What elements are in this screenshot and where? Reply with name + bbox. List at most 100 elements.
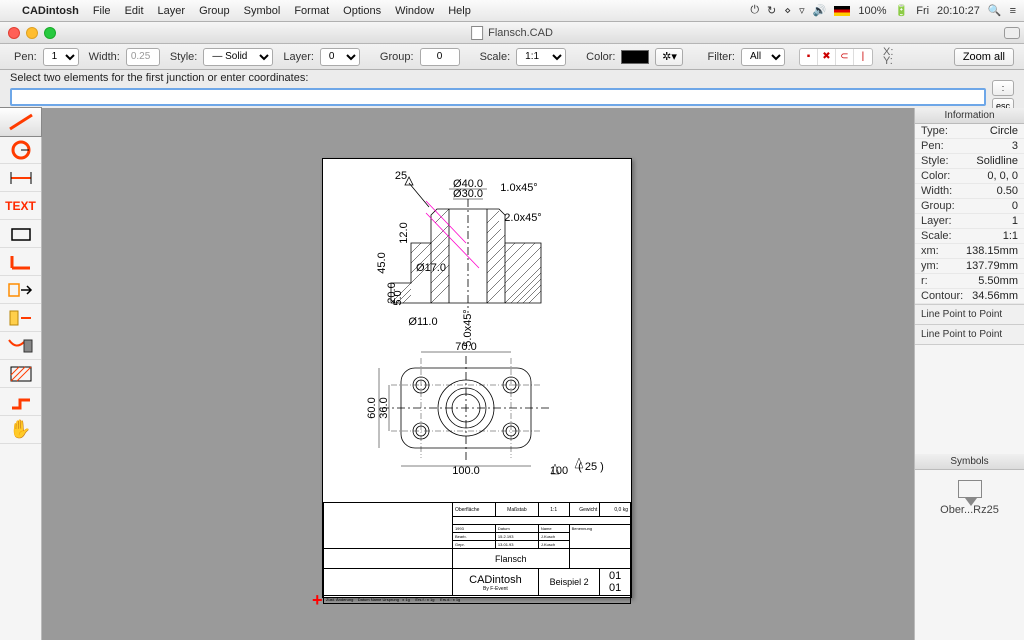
spotlight-icon[interactable]: 🔍 bbox=[988, 4, 1002, 17]
symbols-panel: Symbols Ober...Rz25 bbox=[915, 454, 1024, 640]
command-prompt: Select two elements for the first juncti… bbox=[0, 70, 1024, 86]
svg-text:( 25 ): ( 25 ) bbox=[578, 461, 604, 473]
menu-edit[interactable]: Edit bbox=[125, 5, 144, 17]
style-label: Style: bbox=[170, 51, 198, 63]
menubar-status: ⏻ ↻ ⋄ ▿ 🔊 100% 🔋 Fri 20:10:27 🔍 ≡ bbox=[750, 4, 1016, 17]
svg-text:Ø30.0: Ø30.0 bbox=[453, 188, 483, 200]
info-row: ym:137.79mm bbox=[915, 259, 1024, 274]
menu-app[interactable]: CADintosh bbox=[22, 5, 79, 17]
menu-format[interactable]: Format bbox=[294, 5, 329, 17]
bt-icon[interactable]: ⋄ bbox=[784, 4, 791, 17]
svg-text:1.0x45°: 1.0x45° bbox=[500, 182, 537, 194]
svg-text:2.0x45°: 2.0x45° bbox=[504, 212, 541, 224]
info-row: Width:0.50 bbox=[915, 184, 1024, 199]
svg-text:25: 25 bbox=[395, 170, 407, 182]
svg-text:100: 100 bbox=[550, 465, 568, 477]
hatch-tool[interactable] bbox=[0, 360, 41, 388]
step-tool[interactable] bbox=[0, 388, 41, 416]
notif-icon[interactable]: ≡ bbox=[1010, 5, 1016, 17]
close-icon[interactable] bbox=[8, 27, 20, 39]
menu-file[interactable]: File bbox=[93, 5, 111, 17]
info-header: Information bbox=[915, 108, 1024, 124]
traffic-lights bbox=[8, 27, 56, 39]
layer-panel-tool[interactable] bbox=[0, 304, 41, 332]
info-row: Color:0, 0, 0 bbox=[915, 169, 1024, 184]
symbols-body[interactable]: Ober...Rz25 bbox=[915, 470, 1024, 640]
options-toolbar: Pen: 1 Width: Style: — Solid Layer: 0 Gr… bbox=[0, 44, 1024, 70]
menu-symbol[interactable]: Symbol bbox=[244, 5, 281, 17]
main-area: TEXT ✋ bbox=[0, 108, 1024, 640]
filter-label: Filter: bbox=[707, 51, 735, 63]
wifi-icon[interactable]: ▿ bbox=[799, 4, 805, 17]
action-line-1[interactable]: Line Point to Point bbox=[915, 304, 1024, 325]
toggle-icon[interactable]: ⏻ bbox=[750, 4, 759, 17]
svg-text:12.0: 12.0 bbox=[398, 222, 410, 243]
gear-icon[interactable]: ✲▾ bbox=[655, 48, 683, 66]
minimize-icon[interactable] bbox=[26, 27, 38, 39]
line-tool[interactable] bbox=[0, 108, 41, 136]
circle-tool[interactable] bbox=[0, 136, 41, 164]
window-title: Flansch.CAD bbox=[471, 26, 553, 40]
layer-label: Layer: bbox=[283, 51, 314, 63]
layer-select[interactable]: 0 bbox=[320, 48, 360, 66]
scale-label: Scale: bbox=[480, 51, 511, 63]
info-table: Type:Circle Pen:3 Style:Solidline Color:… bbox=[915, 124, 1024, 304]
text-tool[interactable]: TEXT bbox=[0, 192, 41, 220]
symbol-thumb-icon[interactable] bbox=[958, 480, 982, 498]
svg-text:Ø17.0: Ø17.0 bbox=[416, 262, 446, 274]
svg-text:36.0: 36.0 bbox=[378, 397, 390, 418]
pen-select[interactable]: 1 bbox=[43, 48, 79, 66]
window-titlebar: Flansch.CAD bbox=[0, 22, 1024, 44]
zoom-icon[interactable] bbox=[44, 27, 56, 39]
pen-label: Pen: bbox=[14, 51, 37, 63]
info-row: r:5.50mm bbox=[915, 274, 1024, 289]
info-panel: Information Type:Circle Pen:3 Style:Soli… bbox=[914, 108, 1024, 640]
flag-icon[interactable] bbox=[834, 6, 850, 16]
dimension-tool[interactable] bbox=[0, 164, 41, 192]
svg-text:70.0: 70.0 bbox=[455, 341, 476, 353]
svg-text:45.0: 45.0 bbox=[376, 252, 388, 273]
snap-2-icon[interactable]: ✖ bbox=[818, 49, 836, 65]
align-tool[interactable] bbox=[0, 276, 41, 304]
color-label: Color: bbox=[586, 51, 615, 63]
filter-select[interactable]: All bbox=[741, 48, 785, 66]
technical-drawing: Ø40.0 Ø30.0 1.0x45° 2.0x45° 45.0 12.0 20… bbox=[331, 163, 625, 493]
coord-readout: X:Y: bbox=[883, 48, 893, 66]
action-line-2[interactable]: Line Point to Point bbox=[915, 325, 1024, 345]
info-row: Scale:1:1 bbox=[915, 229, 1024, 244]
drawing-canvas[interactable]: Ø40.0 Ø30.0 1.0x45° 2.0x45° 45.0 12.0 20… bbox=[42, 108, 914, 640]
rect-tool[interactable] bbox=[0, 220, 41, 248]
document-icon bbox=[471, 26, 483, 40]
snap-1-icon[interactable]: ▪ bbox=[800, 49, 818, 65]
colon-button[interactable]: : bbox=[992, 80, 1014, 96]
sync-icon[interactable]: ↻ bbox=[767, 4, 776, 17]
clock-time[interactable]: 20:10:27 bbox=[937, 5, 980, 17]
menu-layer[interactable]: Layer bbox=[158, 5, 186, 17]
snap-4-icon[interactable]: | bbox=[854, 49, 872, 65]
battery-icon[interactable]: 🔋 bbox=[895, 4, 909, 17]
menu-window[interactable]: Window bbox=[395, 5, 434, 17]
erase-tool[interactable] bbox=[0, 332, 41, 360]
clock-day[interactable]: Fri bbox=[916, 5, 929, 17]
info-row: Pen:3 bbox=[915, 139, 1024, 154]
svg-text:Ø11.0: Ø11.0 bbox=[408, 316, 437, 328]
width-field[interactable] bbox=[126, 48, 160, 66]
menu-options[interactable]: Options bbox=[343, 5, 381, 17]
snap-3-icon[interactable]: ⊂ bbox=[836, 49, 854, 65]
scale-select[interactable]: 1:1 bbox=[516, 48, 566, 66]
command-input[interactable] bbox=[10, 88, 986, 106]
hand-tool[interactable]: ✋ bbox=[0, 416, 41, 444]
style-select[interactable]: — Solid bbox=[203, 48, 273, 66]
group-field[interactable] bbox=[420, 48, 460, 66]
volume-icon[interactable]: 🔊 bbox=[813, 4, 827, 17]
menu-help[interactable]: Help bbox=[448, 5, 471, 17]
symbols-header: Symbols bbox=[915, 454, 1024, 470]
corner-tool[interactable] bbox=[0, 248, 41, 276]
zoom-all-button[interactable]: Zoom all bbox=[954, 48, 1014, 66]
info-row: Layer:1 bbox=[915, 214, 1024, 229]
menu-group[interactable]: Group bbox=[199, 5, 230, 17]
info-row: Style:Solidline bbox=[915, 154, 1024, 169]
toolbar-toggle-icon[interactable] bbox=[1004, 27, 1020, 39]
color-swatch[interactable] bbox=[621, 50, 649, 64]
drawing-sheet: Ø40.0 Ø30.0 1.0x45° 2.0x45° 45.0 12.0 20… bbox=[322, 158, 632, 598]
